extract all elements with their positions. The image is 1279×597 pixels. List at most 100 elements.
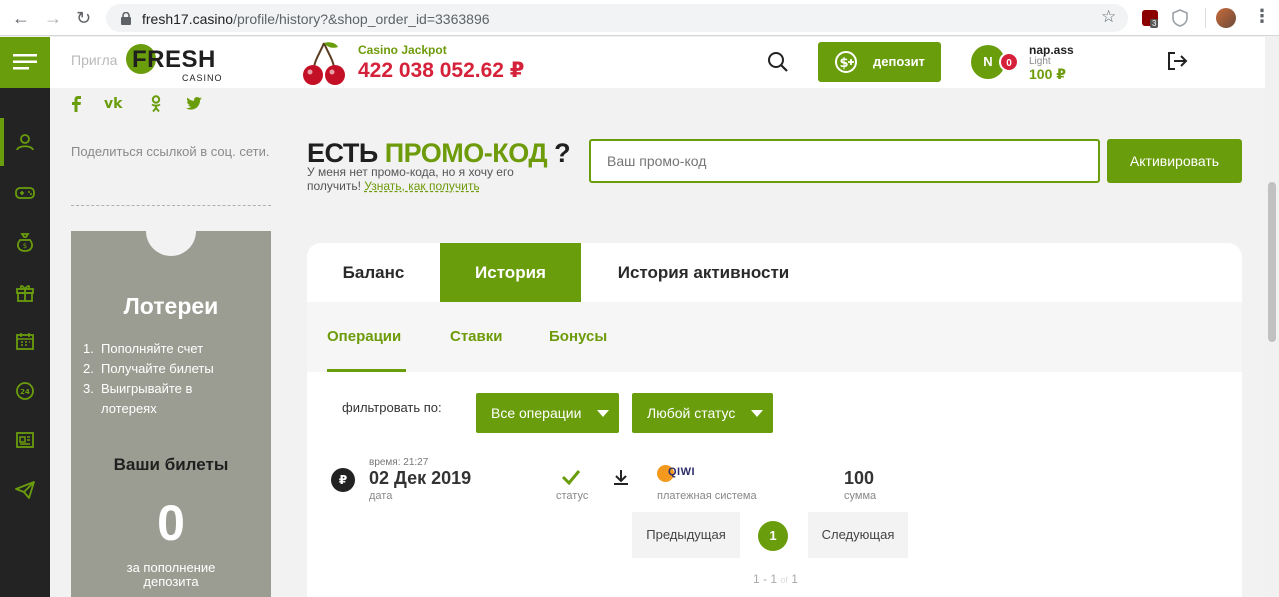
url-host: fresh17.casino	[142, 11, 234, 27]
operations-filter-select[interactable]: Все операции	[476, 393, 619, 433]
lottery-step: 3. Выигрывайте в лотереях	[83, 379, 223, 419]
user-balance: 100 ₽	[1029, 66, 1066, 82]
profile-avatar[interactable]	[1216, 8, 1236, 28]
facebook-icon[interactable]	[70, 96, 82, 112]
bookmark-star-icon[interactable]: ☆	[1101, 7, 1116, 27]
lottery-title: Лотереи	[123, 293, 219, 319]
lottery-steps: 1. Пополняйте счет 2. Получайте билеты 3. В…	[83, 339, 263, 419]
news-icon	[16, 432, 34, 448]
promo-code-input[interactable]	[589, 139, 1100, 183]
invite-text: Пригла	[71, 52, 118, 68]
operation-amount: 100	[844, 468, 875, 488]
promo-title-suffix: ?	[554, 138, 571, 168]
logout-icon[interactable]	[1166, 50, 1188, 72]
download-icon[interactable]	[613, 469, 629, 486]
history-card: Баланс История История активности Операц…	[307, 243, 1242, 597]
step-text: Получайте билеты	[101, 361, 214, 376]
chrome-menu-icon[interactable]: ⋮	[1253, 6, 1271, 27]
subtab-bonuses[interactable]: Бонусы	[549, 302, 607, 372]
step-text: Пополняйте счет	[101, 341, 204, 356]
rail-games[interactable]	[0, 172, 50, 212]
lottery-panel: Лотереи 1. Пополняйте счет 2. Получайте би…	[71, 206, 271, 597]
range-from: 1 - 1	[753, 572, 778, 586]
hamburger-icon	[13, 54, 37, 70]
odnoklassniki-icon[interactable]	[150, 95, 162, 113]
deposit-button[interactable]: $ депозит	[818, 42, 941, 82]
tab-activity-history[interactable]: История активности	[581, 243, 826, 302]
reload-icon[interactable]: ↻	[76, 8, 91, 28]
rail-money[interactable]: $	[0, 222, 50, 262]
promo-subtitle: У меня нет промо-кода, но я хочу его пол…	[307, 165, 569, 193]
twitter-icon[interactable]	[186, 97, 202, 110]
lottery-step: 2. Получайте билеты	[83, 359, 263, 379]
forward-icon[interactable]: →	[44, 8, 62, 28]
browser-toolbar: ← → ↻ fresh17.casino/profile/history?&sh…	[0, 0, 1279, 36]
promo-info-link[interactable]: Узнать, как получить	[364, 179, 479, 193]
subtab-bets[interactable]: Ставки	[450, 302, 502, 372]
deposit-label: депозит	[873, 54, 925, 69]
qiwi-logo: QIWI	[657, 464, 713, 484]
ticket-notch	[146, 206, 196, 256]
page-scrollbar[interactable]	[1265, 37, 1279, 597]
tab-history[interactable]: История	[440, 243, 581, 302]
subtab-operations[interactable]: Операции	[327, 302, 401, 372]
rail-bonuses[interactable]	[0, 272, 50, 312]
step-number: 3.	[83, 381, 94, 396]
cherry-icon	[303, 42, 345, 85]
status-filter-value: Любой статус	[647, 405, 736, 421]
activate-button[interactable]: Активировать	[1107, 139, 1242, 183]
qiwi-logo-text: QIWI	[668, 466, 696, 478]
shield-extension-icon[interactable]	[1172, 9, 1188, 27]
operations-filter-value: Все операции	[491, 405, 582, 421]
notification-badge[interactable]: 0	[999, 52, 1019, 72]
lock-icon	[121, 12, 131, 25]
operation-time: время: 21:27	[369, 457, 429, 468]
toolbar-divider	[1205, 8, 1206, 28]
money-bag-icon: $	[17, 233, 33, 252]
range-of: of	[780, 575, 788, 585]
tickets-caption: за пополнение депозита	[126, 560, 216, 589]
gamepad-icon	[15, 187, 35, 199]
ublock-extension-icon[interactable]: 3	[1142, 10, 1159, 28]
subtab-active-underline	[327, 369, 406, 372]
next-page-button[interactable]: Следующая	[808, 512, 908, 558]
jackpot-value: 422 038 052.62 ₽	[358, 59, 525, 82]
vk-icon[interactable]: vk	[104, 96, 122, 112]
menu-button[interactable]	[0, 37, 50, 88]
rail-news[interactable]	[0, 420, 50, 460]
gift-icon	[16, 285, 34, 302]
address-bar[interactable]: fresh17.casino/profile/history?&shop_ord…	[106, 4, 1128, 32]
user-icon	[16, 134, 34, 151]
status-caption: статус	[556, 490, 589, 502]
logo-text: FRESH	[132, 46, 216, 73]
page-1-button[interactable]: 1	[758, 521, 788, 551]
svg-text:24: 24	[20, 388, 30, 396]
status-filter-select[interactable]: Любой статус	[632, 393, 773, 433]
calendar-icon	[16, 333, 34, 350]
rail-telegram[interactable]	[0, 470, 50, 510]
check-icon	[561, 470, 581, 485]
svg-text:$: $	[839, 56, 848, 71]
step-text: Выигрывайте в лотереях	[101, 381, 193, 416]
extension-badge: 3	[1150, 19, 1159, 28]
username[interactable]: nap.ass	[1029, 43, 1074, 57]
logo-subtext: CASINO	[182, 73, 223, 83]
svg-text:$: $	[23, 242, 27, 250]
scrollbar-thumb[interactable]	[1268, 182, 1276, 342]
tab-balance[interactable]: Баланс	[307, 243, 440, 302]
rail-calendar[interactable]	[0, 321, 50, 361]
step-number: 1.	[83, 341, 94, 356]
rail-support[interactable]: 24	[0, 371, 50, 411]
rail-profile[interactable]	[0, 122, 50, 162]
logo[interactable]: FRESH CASINO	[126, 43, 230, 85]
search-icon[interactable]	[767, 51, 789, 73]
payment-system-caption: платежная система	[657, 490, 757, 502]
left-rail: $ 24	[0, 37, 50, 597]
promo-title-accent: ПРОМО-КОД	[384, 138, 548, 168]
filter-label: фильтровать по:	[342, 400, 442, 415]
subtabs-bar: Операции Ставки Бонусы	[307, 302, 1242, 372]
prev-page-button[interactable]: Предыдущая	[632, 512, 740, 558]
back-icon[interactable]: ←	[12, 8, 30, 28]
chevron-down-icon	[597, 410, 609, 417]
jackpot-label: Casino Jackpot	[358, 43, 447, 57]
